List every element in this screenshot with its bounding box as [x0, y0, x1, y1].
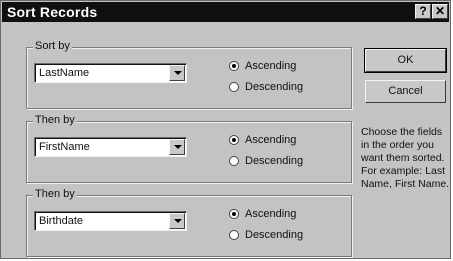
ok-button[interactable]: OK — [364, 48, 447, 73]
then-by-field-value-1: FirstName — [39, 141, 90, 153]
then-by-label-2: Then by — [33, 188, 77, 200]
then-by-label-1: Then by — [33, 114, 77, 126]
radio-unchecked-icon[interactable] — [229, 230, 239, 240]
then-by-1-descending-radio[interactable]: Descending — [229, 155, 303, 167]
cancel-button[interactable]: Cancel — [365, 80, 446, 103]
then-by-2-ascending-radio[interactable]: Ascending — [229, 208, 296, 220]
sort-by-ascending-radio[interactable]: Ascending — [229, 60, 296, 72]
then-by-field-value-2: Birthdate — [39, 215, 84, 227]
radio-unchecked-icon[interactable] — [229, 156, 239, 166]
then-by-field-select-2[interactable]: Birthdate — [34, 211, 187, 231]
radio-unchecked-icon[interactable] — [229, 82, 239, 92]
then-by-field-select-1[interactable]: FirstName — [34, 137, 187, 157]
radio-checked-icon[interactable] — [229, 61, 239, 71]
then-by-1-ascending-radio[interactable]: Ascending — [229, 134, 296, 146]
sort-by-field-select[interactable]: LastName — [34, 63, 187, 83]
then-by-2-descending-radio[interactable]: Descending — [229, 229, 303, 241]
chevron-down-icon[interactable] — [169, 213, 185, 229]
sort-by-group: Sort by LastName Ascending Descending — [26, 40, 352, 109]
radio-checked-icon[interactable] — [229, 209, 239, 219]
sort-records-dialog: Sort Records ? ✕ Sort by LastName Ascend… — [0, 0, 451, 259]
sort-by-field-value: LastName — [39, 67, 90, 79]
sort-by-descending-radio[interactable]: Descending — [229, 81, 303, 93]
close-button[interactable]: ✕ — [432, 4, 448, 19]
ascending-label: Ascending — [245, 208, 297, 220]
title-bar: Sort Records ? ✕ — [2, 2, 449, 22]
then-by-group-1: Then by FirstName Ascending Descending — [26, 114, 352, 183]
chevron-down-icon[interactable] — [169, 65, 185, 81]
ascending-label: Ascending — [245, 60, 297, 72]
sort-by-label: Sort by — [33, 40, 72, 52]
descending-label: Descending — [245, 81, 304, 93]
dialog-title: Sort Records — [7, 4, 98, 20]
descending-label: Descending — [245, 229, 304, 241]
then-by-group-2: Then by Birthdate Ascending Descending — [26, 188, 352, 257]
chevron-down-icon[interactable] — [169, 139, 185, 155]
help-button[interactable]: ? — [415, 4, 431, 19]
descending-label: Descending — [245, 155, 304, 167]
help-text: Choose the fields in the order you want … — [361, 126, 450, 190]
radio-checked-icon[interactable] — [229, 135, 239, 145]
ascending-label: Ascending — [245, 134, 297, 146]
